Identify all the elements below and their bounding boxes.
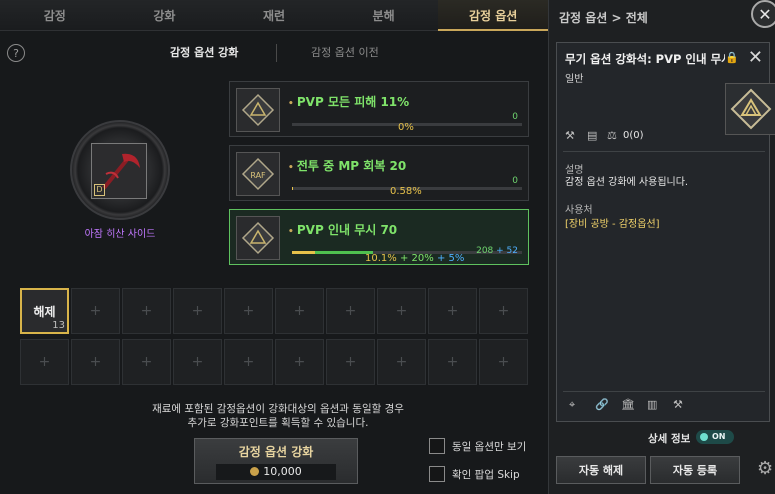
tooltip-title: 무기 옵션 강화석: PVP 인내 무시 xyxy=(565,52,725,66)
option-row-selected[interactable]: PVP 인내 무시 70 10.1% + 20% + 5% 208 + 52 xyxy=(229,209,529,265)
panel-breadcrumb: 감정 옵션 > 전체 xyxy=(559,11,648,25)
option-stone-icon xyxy=(725,83,775,135)
option-title: 전투 중 MP 회복 20 xyxy=(288,157,406,174)
question-anvil-icon[interactable]: ⚒ xyxy=(673,398,683,411)
tooltip-count: 0(0) xyxy=(623,130,644,141)
trade-icon: ⚒ xyxy=(565,129,575,142)
material-slot[interactable]: + xyxy=(326,288,375,334)
option-value-breakdown: 208 + 52 xyxy=(476,246,518,256)
material-slot-selected[interactable]: 해제 13 xyxy=(20,288,69,334)
subtab-option-enhance[interactable]: 감정 옵션 강화 xyxy=(170,44,238,60)
option-title: PVP 모든 피해 11% xyxy=(288,93,409,110)
gear-icon[interactable]: ⚙ xyxy=(757,458,773,479)
description-line: 재료에 포함된 감정옵션이 강화대상의 옵션과 동일할 경우 xyxy=(152,403,404,415)
silver-coin-icon xyxy=(250,467,260,476)
material-slot[interactable]: + xyxy=(224,288,273,334)
option-percent-plus: 20% xyxy=(411,253,434,264)
tooltip-close-icon[interactable]: ✕ xyxy=(748,47,763,68)
weight-icon: ⚖ xyxy=(607,129,617,142)
tooltip-divider xyxy=(563,151,765,152)
material-slot[interactable]: + xyxy=(377,339,426,385)
option-percent-plus2: 5% xyxy=(448,253,465,264)
option-value: 0 xyxy=(512,112,518,122)
material-slot[interactable]: + xyxy=(173,288,222,334)
lock-icon: 🔒 xyxy=(725,51,739,64)
tab-refine[interactable]: 재련 xyxy=(219,0,329,30)
option-percent: 0.58% xyxy=(390,186,422,197)
book-icon[interactable]: ▥ xyxy=(647,398,657,411)
description-line: 추가로 강화포인트를 획득할 수 있습니다. xyxy=(187,417,369,429)
tooltip-usage-label: 사용처 xyxy=(565,205,593,216)
tooltip-desc-text: 감정 옵션 강화에 사용됩니다. xyxy=(565,177,689,188)
material-slot[interactable]: + xyxy=(122,288,171,334)
material-slot[interactable]: + xyxy=(377,288,426,334)
tab-bar: 감정 강화 재련 분해 감정 옵션 xyxy=(0,0,548,31)
material-slot[interactable]: + xyxy=(71,288,120,334)
option-row[interactable]: RAF 전투 중 MP 회복 20 0.58% 0 xyxy=(229,145,529,201)
material-slot[interactable]: + xyxy=(479,339,528,385)
enhance-description: 재료에 포함된 감정옵션이 강화대상의 옵션과 동일할 경우 추가로 강화포인트… xyxy=(80,402,476,430)
enhance-cost-value: 10,000 xyxy=(263,465,302,478)
tab-appraise[interactable]: 감정 xyxy=(0,0,110,30)
material-count: 13 xyxy=(52,320,65,331)
tooltip-divider xyxy=(563,391,765,392)
subtab-option-transfer[interactable]: 감정 옵션 이전 xyxy=(311,44,379,60)
option-value: 208 xyxy=(476,246,494,256)
detail-info-label: 상세 정보 xyxy=(648,433,691,445)
material-slot[interactable]: + xyxy=(122,339,171,385)
skip-popup-checkbox[interactable] xyxy=(429,466,445,482)
same-option-only-checkbox[interactable] xyxy=(429,438,445,454)
location-icon[interactable]: ⌖ xyxy=(569,398,575,412)
material-release-label: 해제 xyxy=(33,304,56,319)
option-stone-icon: RAF xyxy=(236,152,280,196)
close-icon[interactable]: ✕ xyxy=(751,0,775,28)
option-value: 0 xyxy=(512,176,518,186)
svg-text:RAF: RAF xyxy=(250,171,266,180)
tooltip-grade: 일반 xyxy=(565,74,584,85)
material-slot[interactable]: + xyxy=(275,339,324,385)
item-tooltip: 무기 옵션 강화석: PVP 인내 무시 🔒 ✕ 일반 ⚒ ▤ ⚖ 0(0) 설… xyxy=(556,42,775,422)
skip-popup-label: 확인 팝업 Skip xyxy=(452,469,520,481)
option-value-plus: 52 xyxy=(506,246,518,256)
option-percent-breakdown: 10.1% + 20% + 5% xyxy=(365,253,465,264)
material-slot[interactable]: + xyxy=(428,339,477,385)
material-slot[interactable]: + xyxy=(428,288,477,334)
bank-icon[interactable]: 🏛 xyxy=(621,398,635,411)
tab-appraise-option[interactable]: 감정 옵션 xyxy=(438,0,548,31)
help-icon[interactable]: ? xyxy=(7,44,25,62)
same-option-only-label: 동일 옵션만 보기 xyxy=(452,441,527,453)
auto-release-button[interactable]: 자동 해제 xyxy=(556,456,646,484)
option-percent: 0% xyxy=(398,122,414,133)
tooltip-usage-link[interactable]: [장비 공방 - 감정옵션] xyxy=(565,215,660,230)
material-slot[interactable]: + xyxy=(71,339,120,385)
enhance-option-button[interactable]: 감정 옵션 강화 10,000 xyxy=(194,438,358,484)
tab-dismantle[interactable]: 분해 xyxy=(329,0,439,30)
auto-register-button[interactable]: 자동 등록 xyxy=(650,456,740,484)
material-slot[interactable]: + xyxy=(224,339,273,385)
subtab-divider xyxy=(276,44,277,62)
item-grade-badge: D xyxy=(94,184,105,196)
material-slot[interactable]: + xyxy=(173,339,222,385)
material-slot[interactable]: + xyxy=(326,339,375,385)
detail-info-toggle[interactable]: ON xyxy=(696,430,734,444)
enhance-button-label: 감정 옵션 강화 xyxy=(238,445,314,459)
link-icon[interactable]: 🔗 xyxy=(595,398,609,411)
target-item-slot[interactable]: D xyxy=(91,143,147,199)
option-title: PVP 인내 무시 70 xyxy=(288,221,397,238)
enhance-cost: 10,000 xyxy=(216,464,336,480)
storage-icon: ▤ xyxy=(587,129,598,142)
option-stone-icon xyxy=(236,216,280,260)
option-row[interactable]: PVP 모든 피해 11% 0% 0 xyxy=(229,81,529,137)
tab-enhance[interactable]: 강화 xyxy=(110,0,220,30)
material-slot[interactable]: + xyxy=(275,288,324,334)
option-stone-icon xyxy=(236,88,280,132)
material-slot[interactable]: + xyxy=(20,339,69,385)
material-slot[interactable]: + xyxy=(479,288,528,334)
option-percent: 10.1% xyxy=(365,253,397,264)
target-item-name: 아잠 히산 사이드 xyxy=(84,229,156,240)
